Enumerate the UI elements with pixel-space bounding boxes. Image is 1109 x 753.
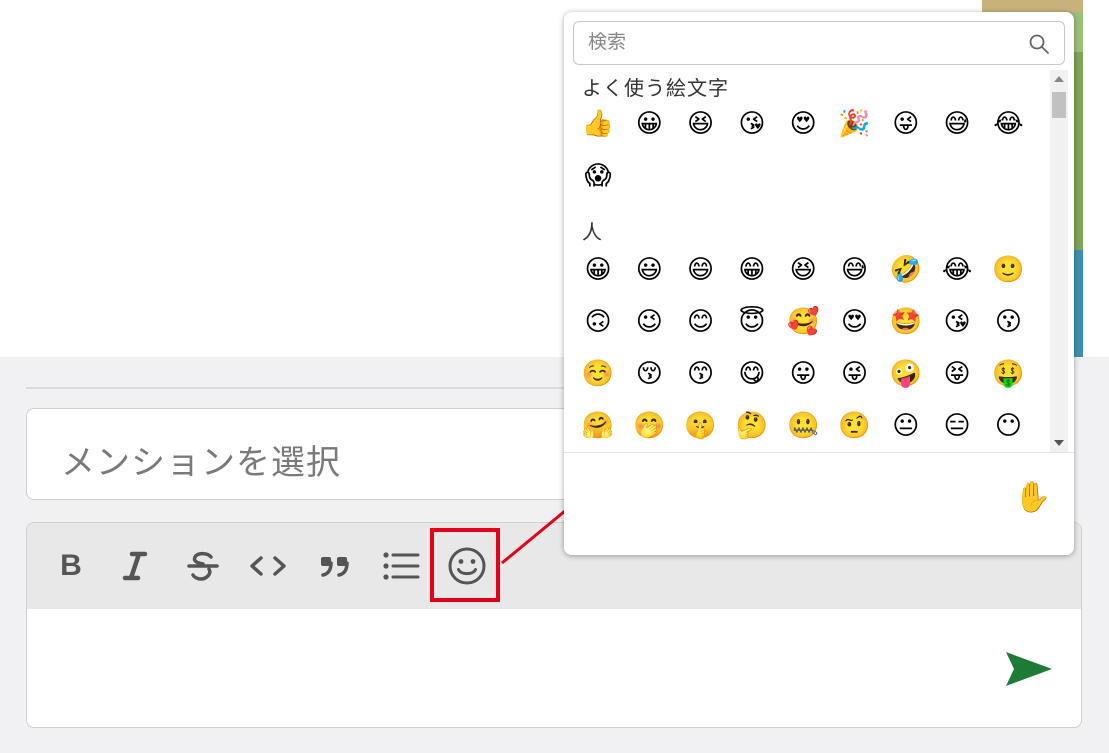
emoji-item[interactable]: ☺️ <box>580 356 616 392</box>
emoji-item[interactable]: 😍 <box>837 304 873 340</box>
scroll-up-arrow-icon[interactable] <box>1054 76 1064 82</box>
emoji-item[interactable]: 😊 <box>683 304 719 340</box>
emoji-item[interactable]: 😜 <box>888 106 924 142</box>
search-icon <box>1029 34 1049 54</box>
emoji-item[interactable]: 😇 <box>734 304 770 340</box>
emoji-item[interactable]: 🤣 <box>888 252 924 288</box>
emoji-item[interactable]: 😱 <box>580 158 616 194</box>
emoji-item[interactable]: 😄 <box>683 252 719 288</box>
emoji-preview-bar: ✋ <box>564 452 1074 555</box>
section-label-people: 人 <box>582 220 603 244</box>
emoji-item[interactable]: 😑 <box>939 408 975 444</box>
emoji-item[interactable]: 😀 <box>631 106 667 142</box>
emoji-item[interactable]: 🤪 <box>888 356 924 392</box>
emoji-item[interactable]: 🤔 <box>734 408 770 444</box>
emoji-item[interactable]: 🙂 <box>990 252 1026 288</box>
emoji-item[interactable]: 😆 <box>683 106 719 142</box>
emoji-item[interactable]: 👍 <box>580 106 616 142</box>
emoji-item[interactable]: 😙 <box>683 356 719 392</box>
emoji-item[interactable]: 🤑 <box>990 356 1026 392</box>
section-label-frequent: よく使う絵文字 <box>582 76 729 100</box>
emoji-item[interactable]: 😅 <box>837 252 873 288</box>
emoji-item[interactable]: 🤐 <box>785 408 821 444</box>
emoji-item[interactable]: 😗 <box>990 304 1026 340</box>
emoji-item[interactable]: 😝 <box>939 356 975 392</box>
emoji-item[interactable]: 🎉 <box>837 106 873 142</box>
emoji-item[interactable]: 😛 <box>785 356 821 392</box>
skin-tone-hand-icon[interactable]: ✋ <box>1014 483 1051 513</box>
emoji-item[interactable]: 😘 <box>734 106 770 142</box>
emoji-item[interactable]: 😜 <box>837 356 873 392</box>
emoji-item[interactable]: 🥰 <box>785 304 821 340</box>
emoji-item[interactable]: 😂 <box>939 252 975 288</box>
emoji-item[interactable]: 😀 <box>580 252 616 288</box>
emoji-item[interactable]: 🤗 <box>580 408 616 444</box>
emoji-grid: よく使う絵文字 人 👍 😀 😆 😘 😍 🎉 😜 😅 😂 😱 😀 😃 😄 😁 😆 😅 🤣 😂 🙂 🙃 😉 😊 😇 🥰 😍 🤩 😘 😗 ☺️… <box>564 70 1048 452</box>
emoji-item[interactable]: 🙃 <box>580 304 616 340</box>
emoji-item[interactable]: 😉 <box>631 304 667 340</box>
emoji-item[interactable]: 😐 <box>888 408 924 444</box>
emoji-item[interactable]: 😘 <box>939 304 975 340</box>
emoji-scrollbar[interactable] <box>1050 70 1068 452</box>
scrollbar-thumb[interactable] <box>1052 92 1066 118</box>
emoji-item[interactable]: 😂 <box>990 106 1026 142</box>
emoji-item[interactable]: 🤩 <box>888 304 924 340</box>
emoji-search <box>573 21 1065 65</box>
emoji-search-input[interactable] <box>588 26 1018 58</box>
emoji-item[interactable]: 😍 <box>785 106 821 142</box>
scroll-down-arrow-icon[interactable] <box>1054 440 1064 446</box>
emoji-item[interactable]: 🤨 <box>837 408 873 444</box>
emoji-item[interactable]: 😋 <box>734 356 770 392</box>
emoji-item[interactable]: 🤭 <box>631 408 667 444</box>
emoji-item[interactable]: 🤫 <box>683 408 719 444</box>
emoji-item[interactable]: 😚 <box>631 356 667 392</box>
emoji-item[interactable]: 😶 <box>990 408 1026 444</box>
emoji-item[interactable]: 😃 <box>631 252 667 288</box>
emoji-picker: よく使う絵文字 人 👍 😀 😆 😘 😍 🎉 😜 😅 😂 😱 😀 😃 😄 😁 😆 😅 🤣 😂 🙂 🙃 😉 😊 😇 🥰 😍 🤩 😘 😗 ☺️… <box>564 12 1074 555</box>
emoji-item[interactable]: 😅 <box>939 106 975 142</box>
emoji-item[interactable]: 😆 <box>785 252 821 288</box>
emoji-item[interactable]: 😁 <box>734 252 770 288</box>
